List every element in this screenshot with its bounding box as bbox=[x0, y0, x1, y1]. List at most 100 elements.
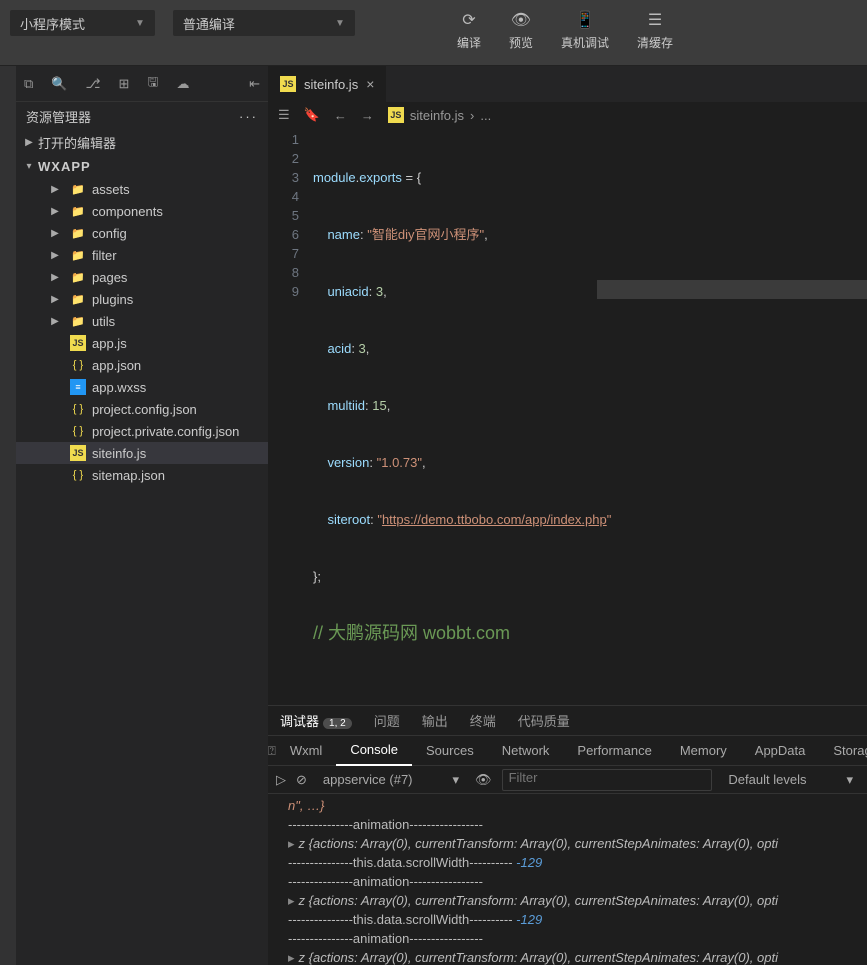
item-label: utils bbox=[92, 314, 115, 329]
preview-button[interactable]: 👁 预览 bbox=[495, 10, 547, 51]
file-item[interactable]: JSsiteinfo.js bbox=[16, 442, 268, 464]
folder-icon: 📁 bbox=[70, 313, 86, 329]
list-icon[interactable]: ☰ bbox=[278, 107, 290, 123]
folder-item[interactable]: ▶📁plugins bbox=[16, 288, 268, 310]
extensions-icon[interactable]: ⊞ bbox=[118, 76, 129, 92]
panel-tabs: 调试器1, 2 问题 输出 终端 代码质量 bbox=[268, 706, 867, 736]
console-line: ---------------animation----------------… bbox=[288, 872, 867, 891]
item-label: filter bbox=[92, 248, 117, 263]
wxss-icon: ≡ bbox=[70, 379, 86, 395]
folder-icon: 📁 bbox=[70, 291, 86, 307]
file-item[interactable]: JSapp.js bbox=[16, 332, 268, 354]
file-item[interactable]: { }app.json bbox=[16, 354, 268, 376]
item-label: app.json bbox=[92, 358, 141, 373]
chevron-right-icon: ▶ bbox=[50, 272, 60, 283]
compile-label: 普通编译 bbox=[183, 14, 235, 33]
file-item[interactable]: { } project.config.json bbox=[16, 398, 268, 420]
tab-problems[interactable]: 问题 bbox=[374, 711, 400, 730]
console-line: ---------------animation----------------… bbox=[288, 929, 867, 948]
tab-output[interactable]: 输出 bbox=[422, 711, 448, 730]
context-select[interactable]: appservice (#7) ▾ bbox=[317, 769, 465, 791]
project-section[interactable]: ▾ WXAPP bbox=[16, 154, 268, 178]
json-icon: { } bbox=[70, 401, 86, 417]
item-label: sitemap.json bbox=[92, 468, 165, 483]
chevron-right-icon: ▶ bbox=[24, 137, 34, 148]
clear-icon[interactable]: ⊘ bbox=[296, 772, 307, 788]
more-icon[interactable]: ··· bbox=[239, 109, 258, 124]
item-label: pages bbox=[92, 270, 127, 285]
devtab-network[interactable]: Network bbox=[488, 736, 564, 766]
console-output[interactable]: n", …} ---------------animation----------… bbox=[268, 794, 867, 965]
folder-item[interactable]: ▶📁config bbox=[16, 222, 268, 244]
item-label: assets bbox=[92, 182, 130, 197]
devtab-wxml[interactable]: Wxml bbox=[276, 736, 337, 766]
sidebar: ⧉ 🔍 ⎇ ⊞ 🖫 ☁ ⇤ 资源管理器 ··· ▶ 打开的编辑器 ▾ WXAPP… bbox=[16, 66, 268, 965]
item-label: app.wxss bbox=[92, 380, 146, 395]
code-editor[interactable]: 123456789 module.exports = { name: "智能di… bbox=[268, 128, 867, 705]
chevron-right-icon: ▶ bbox=[50, 294, 60, 305]
devtab-appdata[interactable]: AppData bbox=[741, 736, 820, 766]
mode-label: 小程序模式 bbox=[20, 14, 85, 33]
branch-icon[interactable]: ⎇ bbox=[85, 76, 100, 92]
filter-input[interactable] bbox=[502, 769, 713, 791]
chevron-right-icon: ▶ bbox=[50, 228, 60, 239]
stack-icon: ☰ bbox=[648, 10, 662, 30]
devtab-performance[interactable]: Performance bbox=[563, 736, 665, 766]
collapse-icon[interactable]: ⇤ bbox=[249, 76, 260, 92]
sidebar-icons: ⧉ 🔍 ⎇ ⊞ 🖫 ☁ ⇤ bbox=[16, 66, 268, 102]
open-editors-section[interactable]: ▶ 打开的编辑器 bbox=[16, 130, 268, 154]
tab-debugger[interactable]: 调试器1, 2 bbox=[280, 711, 352, 730]
item-label: project.config.json bbox=[92, 402, 197, 417]
back-icon[interactable]: ← bbox=[334, 108, 347, 123]
devtab-sources[interactable]: Sources bbox=[412, 736, 488, 766]
clear-cache-button[interactable]: ☰ 清缓存 bbox=[623, 10, 687, 51]
js-icon: JS bbox=[70, 445, 86, 461]
file-item[interactable]: ≡ app.wxss bbox=[16, 376, 268, 398]
console-toolbar: ▷ ⊘ appservice (#7) ▾ 👁 Default levels ▾ bbox=[268, 766, 867, 794]
search-icon[interactable]: 🔍 bbox=[51, 76, 67, 92]
activity-bar bbox=[0, 66, 16, 965]
chevron-right-icon: ▶ bbox=[50, 206, 60, 217]
save-icon[interactable]: 🖫 bbox=[147, 73, 158, 95]
tab-quality[interactable]: 代码质量 bbox=[518, 711, 570, 730]
file-item[interactable]: { }project.private.config.json bbox=[16, 420, 268, 442]
tab-siteinfo[interactable]: JS siteinfo.js × bbox=[268, 66, 387, 102]
item-label: config bbox=[92, 226, 127, 241]
console-line: n", …} bbox=[288, 796, 867, 815]
phone-icon: 📱 bbox=[575, 10, 595, 30]
compile-dropdown[interactable]: 普通编译 ▼ bbox=[173, 10, 355, 36]
mode-dropdown[interactable]: 小程序模式 ▼ bbox=[10, 10, 155, 36]
close-icon[interactable]: × bbox=[366, 76, 374, 92]
chevron-right-icon: ▶ bbox=[50, 184, 60, 195]
eye-icon: 👁 bbox=[511, 10, 531, 30]
folder-item[interactable]: ▶📁assets bbox=[16, 178, 268, 200]
chevron-down-icon: ▾ bbox=[24, 161, 34, 172]
cloud-icon[interactable]: ☁ bbox=[176, 76, 189, 92]
eye-icon[interactable]: 👁 bbox=[475, 772, 492, 788]
folder-item[interactable]: ▶📁utils bbox=[16, 310, 268, 332]
devtools-tabs: ⍰ Wxml Console Sources Network Performan… bbox=[268, 736, 867, 766]
devtab-memory[interactable]: Memory bbox=[666, 736, 741, 766]
file-item[interactable]: { } sitemap.json bbox=[16, 464, 268, 486]
folder-item[interactable]: ▶ 📁 pages bbox=[16, 266, 268, 288]
forward-icon[interactable]: → bbox=[361, 108, 374, 123]
compile-button[interactable]: ⟳ 编译 bbox=[443, 10, 495, 51]
inspect-icon[interactable]: ⍰ bbox=[268, 743, 276, 759]
devtab-storage[interactable]: Storage bbox=[819, 736, 867, 766]
files-icon[interactable]: ⧉ bbox=[24, 76, 33, 92]
device-debug-button[interactable]: 📱 真机调试 bbox=[547, 10, 623, 51]
chevron-down-icon: ▼ bbox=[335, 18, 345, 29]
devtab-console[interactable]: Console bbox=[336, 736, 412, 766]
chevron-down-icon: ▾ bbox=[453, 772, 460, 788]
js-icon: JS bbox=[70, 335, 86, 351]
folder-icon: 📁 bbox=[70, 269, 86, 285]
bookmark-icon[interactable]: 🔖 bbox=[304, 107, 320, 123]
play-icon[interactable]: ▷ bbox=[276, 772, 286, 788]
folder-item[interactable]: ▶📁filter bbox=[16, 244, 268, 266]
toolbar-actions: ⟳ 编译 👁 预览 📱 真机调试 ☰ 清缓存 bbox=[443, 10, 687, 51]
levels-select[interactable]: Default levels ▾ bbox=[722, 769, 859, 791]
tab-terminal[interactable]: 终端 bbox=[470, 711, 496, 730]
json-icon: { } bbox=[70, 467, 86, 483]
folder-item[interactable]: ▶📁components bbox=[16, 200, 268, 222]
console-line: ▸z {actions: Array(0), currentTransform:… bbox=[288, 948, 867, 965]
